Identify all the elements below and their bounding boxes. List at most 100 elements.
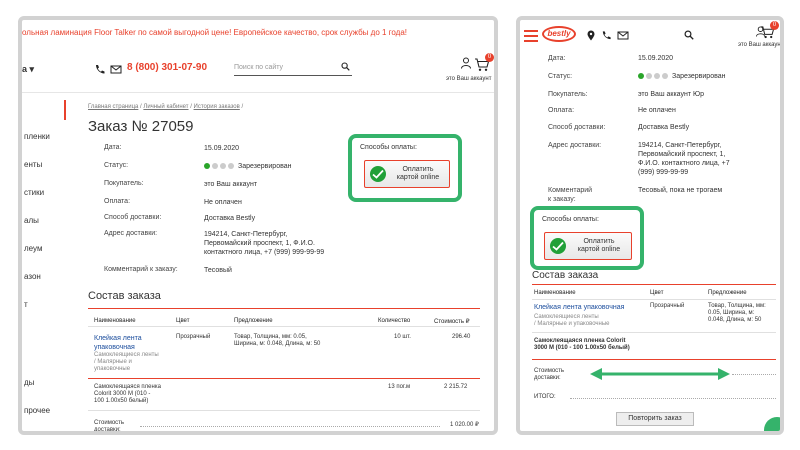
phone-icon[interactable]: [94, 64, 106, 75]
date-value: 15.09.2020: [204, 145, 240, 152]
sidebar-item[interactable]: леум: [24, 244, 42, 253]
sidebar-item[interactable]: ды: [24, 378, 34, 387]
dotted-leader: [732, 374, 776, 375]
chat-widget-button[interactable]: [764, 417, 780, 431]
payment-value: Не оплачен: [638, 107, 676, 114]
product-name: Самоклеящаяся пленка Colorit 3000 M (010 …: [94, 384, 161, 404]
double-arrow-annotation: [590, 368, 730, 380]
delivery-value: Доставка Bestly: [638, 124, 690, 131]
user-icon: [461, 57, 471, 69]
sidebar-item[interactable]: т: [24, 300, 28, 309]
comment-value: Тесовый: [204, 267, 232, 274]
payment-label: Оплата:: [104, 198, 131, 205]
mobile-header: bestly это Ваш аккаунт 0: [520, 20, 780, 54]
payment-methods-title: Способы оплаты:: [542, 216, 599, 223]
product-offer: Товар, Толщина, мм: 0.05, Ширина, м: 0.04…: [234, 334, 321, 347]
delivery-cost-value: 1 020.00 ₽: [450, 422, 479, 428]
location-icon[interactable]: [586, 30, 596, 41]
col-qty: Количество: [378, 318, 411, 324]
delivery-value: Доставка Bestly: [204, 215, 256, 222]
mail-icon[interactable]: [617, 30, 629, 41]
address-label: Адрес доставки:: [104, 230, 158, 237]
buyer-value: это Ваш аккаунт Юр: [638, 91, 704, 98]
breadcrumb: Главная страница / Личный кабинет / Исто…: [88, 104, 244, 110]
search-input[interactable]: Поиск по сайту: [234, 60, 352, 76]
col-color: Цвет: [176, 318, 190, 324]
menu-icon[interactable]: [524, 30, 538, 45]
sidebar-active-marker: [64, 100, 66, 120]
row-divider: [532, 359, 776, 360]
product-category: Самоклеящиеся ленты / Малярные и упаковочн…: [94, 352, 159, 372]
delivery-label: Способ доставки:: [104, 214, 162, 221]
status-value: Зарезервирован: [638, 72, 725, 81]
city-selector[interactable]: а ▾: [22, 64, 34, 75]
payment-value: Не оплачен: [204, 199, 242, 206]
search-icon[interactable]: [684, 30, 694, 40]
col-name: Наименование: [534, 290, 576, 296]
cart-count-badge: 0: [770, 21, 779, 30]
order-items-title: Состав заказа: [88, 290, 161, 302]
catalog-sidebar: пленки енты стики алы леум азон т ды про…: [22, 96, 62, 431]
date-value: 15.09.2020: [638, 55, 674, 62]
product-link[interactable]: Клейкая лента упаковочная: [534, 303, 624, 312]
col-offer: Предложение: [708, 290, 747, 296]
comment-value: Тесовый, пока не трогаем: [638, 187, 723, 194]
payment-methods-box: Способы оплаты: Оплатить картой online: [348, 134, 462, 202]
repeat-order-button[interactable]: Повторить заказ: [616, 412, 694, 426]
status-progress: [638, 73, 668, 80]
phone-number-link[interactable]: 8 (800) 301-07-90: [127, 62, 207, 73]
cart-button[interactable]: 0: [760, 21, 779, 44]
promo-banner[interactable]: ольная ламинация Floor Talker по самой в…: [22, 28, 407, 37]
header-divider: [22, 92, 494, 93]
total-label: ИТОГО:: [534, 394, 556, 400]
sidebar-item[interactable]: пленки: [24, 132, 50, 141]
date-label: Дата:: [548, 55, 566, 62]
buyer-label: Покупатель:: [104, 180, 144, 187]
status-value: Зарезервирован: [204, 162, 291, 171]
breadcrumb-cabinet[interactable]: Личный кабинет: [143, 104, 188, 110]
product-name: Самоклеящаяся пленка Colorit 3000 M (010 …: [534, 338, 630, 351]
mail-icon[interactable]: [110, 64, 122, 75]
sberbank-icon: [550, 238, 566, 254]
col-color: Цвет: [650, 290, 664, 296]
sidebar-item[interactable]: прочее: [24, 406, 50, 415]
dotted-leader: [570, 398, 776, 399]
sidebar-item[interactable]: азон: [24, 272, 41, 281]
section-divider: [532, 284, 776, 285]
address-value: 194214, Санкт-Петербург, Первомайский про…: [204, 231, 325, 256]
phone-icon[interactable]: [601, 30, 612, 41]
product-offer: Товар, Толщина, мм: 0.05, Ширина, м: 0.048…: [708, 303, 766, 323]
desktop-screenshot-panel: ольная ламинация Floor Talker по самой в…: [18, 16, 498, 435]
site-logo[interactable]: bestly: [542, 26, 576, 42]
product-qty: 13 пог.м: [388, 384, 411, 390]
table-header-divider: [88, 326, 480, 327]
payment-methods-box: Способы оплаты: Оплатить картой online: [530, 206, 644, 270]
product-link[interactable]: Клейкая лента упаковочная: [94, 334, 142, 352]
site-header: а ▾ 8 (800) 301-07-90 Поиск по сайту это…: [22, 53, 494, 84]
breadcrumb-history[interactable]: История заказов: [194, 104, 240, 110]
pay-online-button[interactable]: Оплатить картой online: [364, 160, 450, 188]
status-label: Статус:: [548, 73, 573, 80]
pay-online-button[interactable]: Оплатить картой online: [544, 232, 632, 260]
cart-button[interactable]: 0: [474, 53, 494, 77]
sidebar-item[interactable]: енты: [24, 160, 42, 169]
product-cost: 296.40: [452, 334, 471, 340]
page-title: Заказ № 27059: [88, 118, 194, 135]
address-label: Адрес доставки:: [548, 142, 602, 149]
pay-online-label: Оплатить картой online: [577, 238, 621, 253]
buyer-label: Покупатель:: [548, 91, 588, 98]
search-icon[interactable]: [341, 62, 350, 71]
dotted-leader: [140, 426, 440, 427]
date-label: Дата:: [104, 144, 122, 151]
payment-label: Оплата:: [548, 107, 575, 114]
mobile-screenshot-panel: bestly это Ваш аккаунт 0 Дата: 15.09.202…: [516, 16, 784, 435]
buyer-value: это Ваш аккаунт: [204, 181, 258, 188]
sidebar-item[interactable]: стики: [24, 188, 44, 197]
product-color: Прозрачный: [176, 334, 211, 340]
sidebar-item[interactable]: алы: [24, 216, 39, 225]
delivery-cost-label: Стоимость доставки:: [534, 368, 565, 381]
breadcrumb-home[interactable]: Главная страница: [88, 104, 138, 110]
delivery-label: Способ доставки:: [548, 124, 606, 131]
payment-methods-title: Способы оплаты:: [360, 144, 417, 151]
col-cost: Стоимость ₽: [434, 319, 470, 325]
